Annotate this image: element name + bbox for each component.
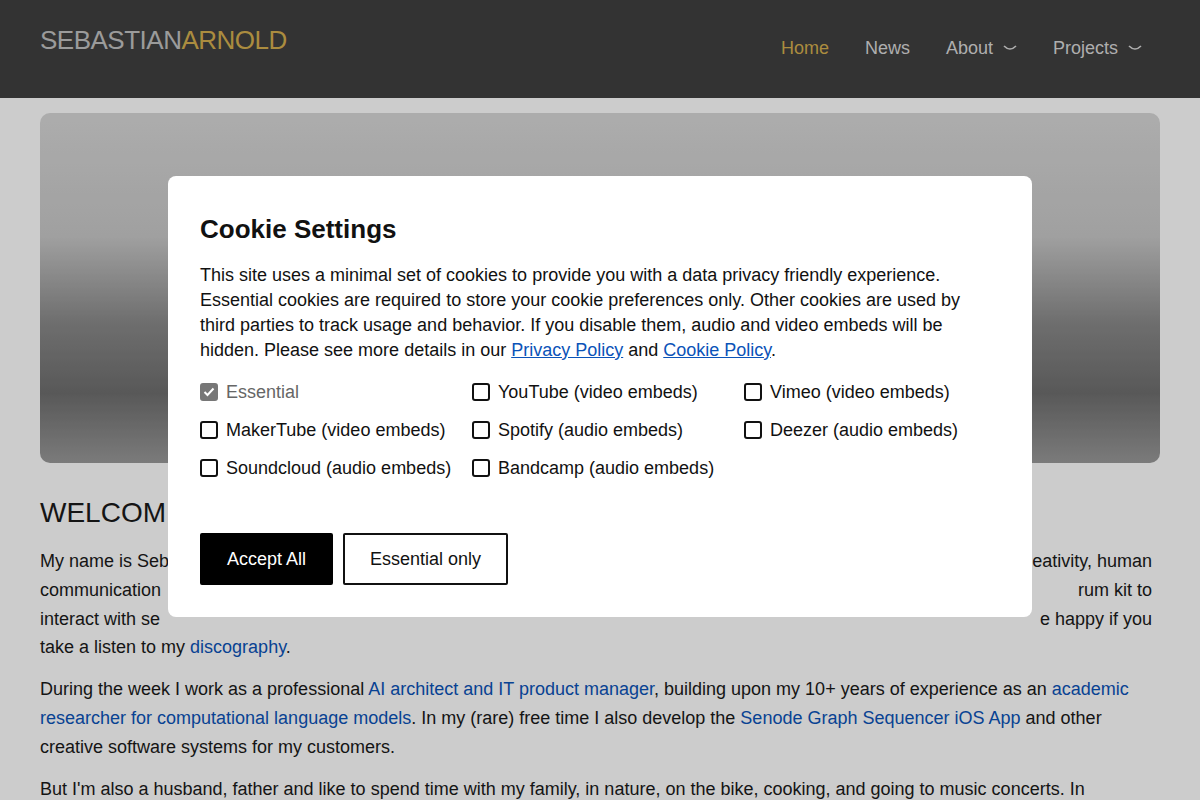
checkbox[interactable]	[200, 421, 218, 439]
cookie-option[interactable]: Spotify (audio embeds)	[472, 419, 744, 441]
policy-link[interactable]: Privacy Policy	[511, 340, 623, 360]
page: SEBASTIANARNOLD Home News About Projects…	[0, 0, 1200, 800]
check-icon	[203, 387, 215, 397]
dialog-buttons: Accept AllEssential only	[200, 533, 1000, 585]
checkbox[interactable]	[472, 383, 490, 401]
checkbox[interactable]	[472, 421, 490, 439]
dialog-title: Cookie Settings	[200, 214, 1000, 245]
cookie-option[interactable]: Soundcloud (audio embeds)	[200, 457, 472, 479]
checkbox	[200, 383, 218, 401]
cookie-options: Essential YouTube (video embeds) Vimeo (…	[200, 381, 1000, 479]
checkbox[interactable]	[744, 421, 762, 439]
policy-link[interactable]: Cookie Policy	[663, 340, 771, 360]
cookie-option[interactable]: Deezer (audio embeds)	[744, 419, 1000, 441]
cookie-option[interactable]: Vimeo (video embeds)	[744, 381, 1000, 403]
checkbox[interactable]	[200, 459, 218, 477]
cookie-option: Essential	[200, 381, 472, 403]
dialog-button[interactable]: Accept All	[200, 533, 333, 585]
dialog-button[interactable]: Essential only	[343, 533, 508, 585]
dialog-text: This site uses a minimal set of cookies …	[200, 263, 1000, 363]
cookie-dialog: Cookie Settings This site uses a minimal…	[168, 176, 1032, 617]
modal-backdrop: Cookie Settings This site uses a minimal…	[0, 0, 1200, 800]
cookie-option[interactable]: MakerTube (video embeds)	[200, 419, 472, 441]
checkbox[interactable]	[472, 459, 490, 477]
cookie-option[interactable]: YouTube (video embeds)	[472, 381, 744, 403]
cookie-option[interactable]: Bandcamp (audio embeds)	[472, 457, 744, 479]
checkbox[interactable]	[744, 383, 762, 401]
